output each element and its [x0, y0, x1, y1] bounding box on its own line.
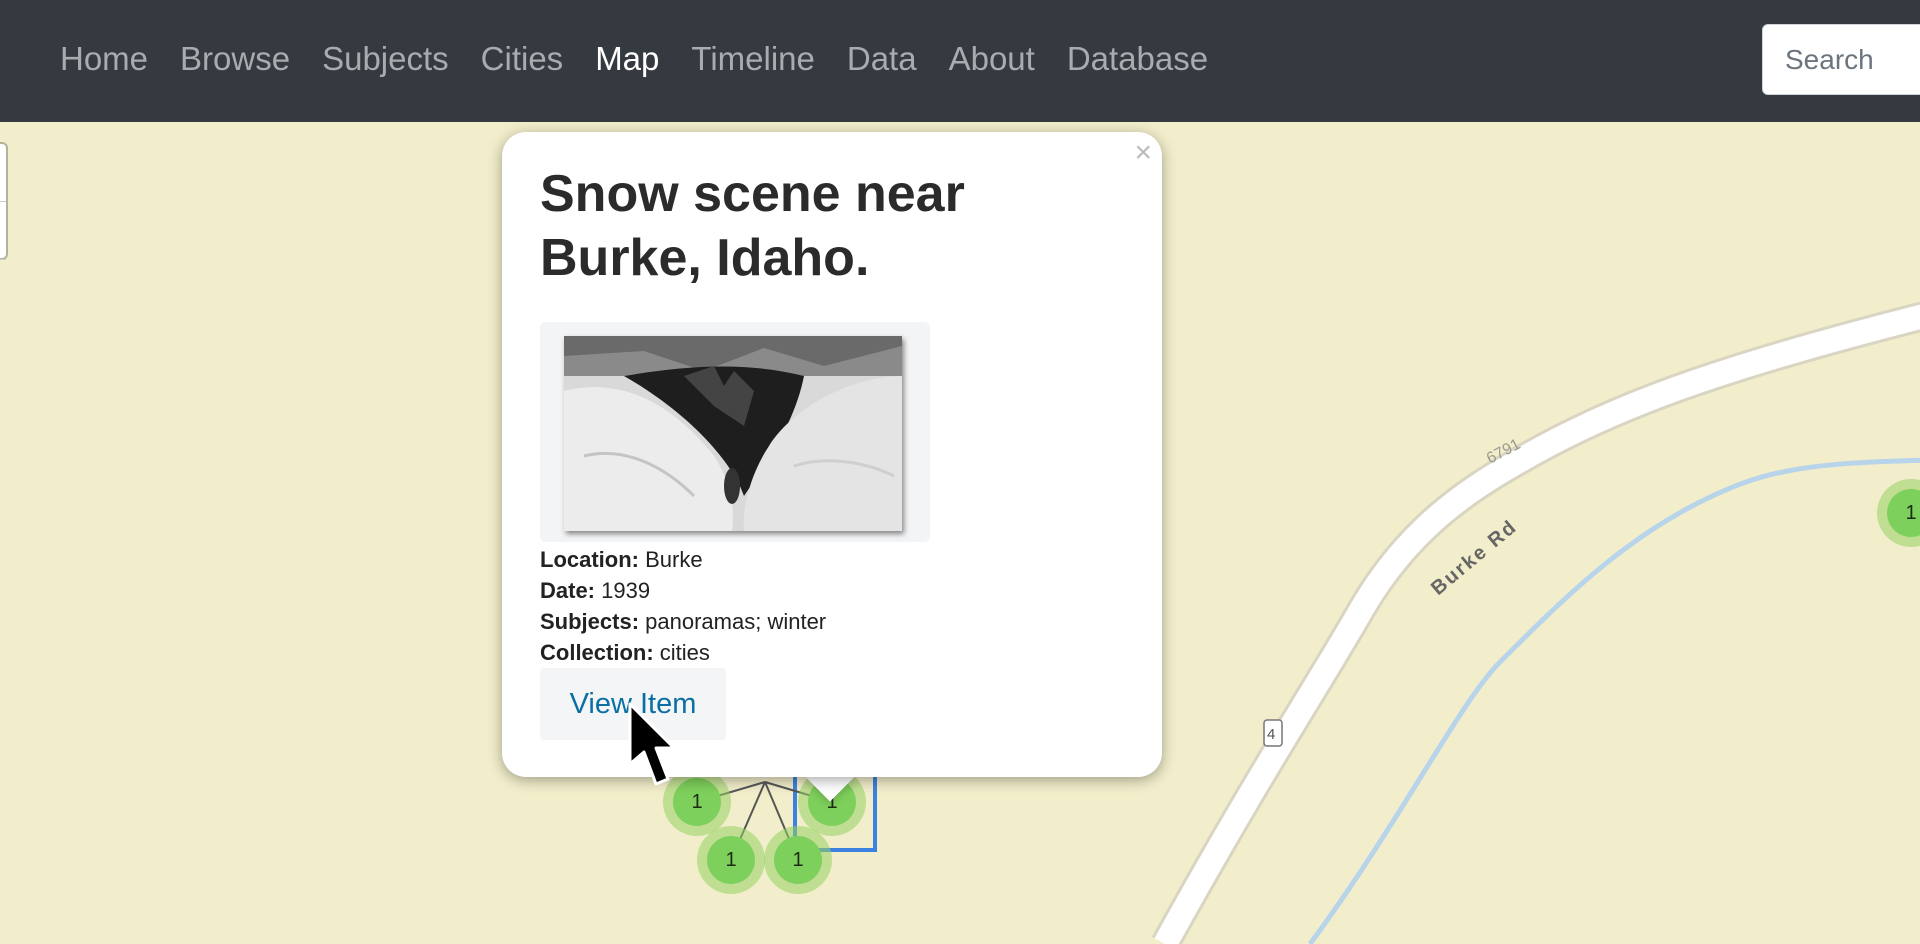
- nav-cities[interactable]: Cities: [465, 40, 580, 78]
- nav-about[interactable]: About: [933, 40, 1051, 78]
- zoom-in-button[interactable]: [0, 144, 6, 202]
- nav-map[interactable]: Map: [579, 40, 675, 78]
- search-input[interactable]: [1762, 24, 1920, 95]
- nav-subjects[interactable]: Subjects: [306, 40, 465, 78]
- thumbnail-frame[interactable]: [540, 322, 930, 542]
- map-cluster-marker[interactable]: 1: [764, 826, 832, 894]
- nav-database[interactable]: Database: [1051, 40, 1224, 78]
- close-icon[interactable]: ×: [1134, 136, 1152, 170]
- mouse-pointer-icon: [628, 702, 676, 786]
- zoom-control[interactable]: [0, 142, 8, 260]
- nav-browse[interactable]: Browse: [164, 40, 306, 78]
- item-metadata: Location: Burke Date: 1939 Subjects: pan…: [540, 544, 826, 668]
- date-row: Date: 1939: [540, 578, 651, 603]
- road-casing: [1151, 301, 1920, 944]
- nav-home[interactable]: Home: [44, 40, 164, 78]
- location-row: Location: Burke: [540, 547, 703, 572]
- popup-title: Snow scene near Burke, Idaho.: [540, 165, 965, 287]
- top-navbar: Home Browse Subjects Cities Map Timeline…: [0, 0, 1920, 122]
- map-cluster-marker[interactable]: 1: [697, 826, 765, 894]
- map-popup: × Snow scene near Burke, Idaho. Location…: [502, 132, 1162, 777]
- nav-data[interactable]: Data: [831, 40, 933, 78]
- zoom-out-button[interactable]: [0, 202, 6, 260]
- burke-road: [1154, 304, 1920, 944]
- route-shield-number: 4: [1267, 726, 1275, 743]
- collection-row: Collection: cities: [540, 640, 710, 665]
- nav-timeline[interactable]: Timeline: [675, 40, 830, 78]
- nav-links: Home Browse Subjects Cities Map Timeline…: [44, 40, 1224, 78]
- subjects-row: Subjects: panoramas; winter: [540, 609, 827, 634]
- snow-scene-thumbnail[interactable]: [564, 336, 902, 531]
